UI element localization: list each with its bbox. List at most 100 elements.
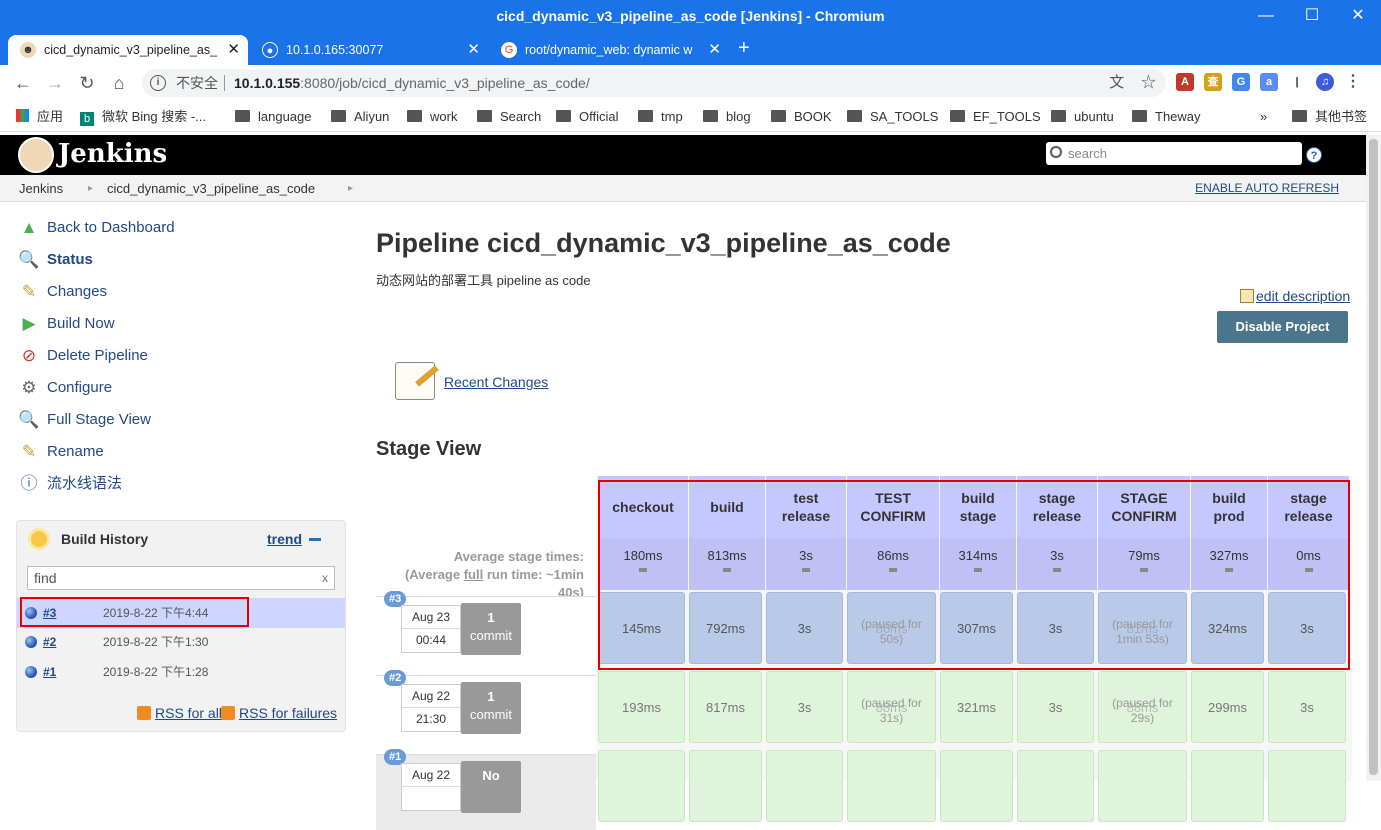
breadcrumb-jenkins[interactable]: Jenkins xyxy=(19,175,63,202)
bookmark-folder-tmp[interactable]: tmp xyxy=(638,101,683,132)
info-icon[interactable]: i xyxy=(150,75,166,91)
build-date-link[interactable]: 2019-8-22 下午1:28 xyxy=(103,657,208,687)
bookmark-folder-work[interactable]: work xyxy=(407,101,457,132)
clear-filter-icon[interactable]: x xyxy=(322,567,328,589)
build-date-link[interactable]: 2019-8-22 下午1:30 xyxy=(103,627,208,657)
minimize-icon[interactable]: — xyxy=(1243,0,1289,32)
page-scrollbar[interactable] xyxy=(1366,135,1381,781)
folder-icon xyxy=(1132,110,1147,122)
reload-icon[interactable]: ↻ xyxy=(75,71,99,95)
bookmark-folder-aliyun[interactable]: Aliyun xyxy=(331,101,389,132)
recent-changes-link[interactable]: Recent Changes xyxy=(444,374,548,390)
translate-extension-icon[interactable]: G xyxy=(1232,73,1250,91)
commit-count-badge[interactable]: 1 commit xyxy=(461,603,521,655)
dictionary-extension-icon[interactable]: 查 xyxy=(1204,73,1222,91)
stage-cell[interactable] xyxy=(1017,750,1094,822)
stage-cell[interactable]: 193ms xyxy=(598,671,685,743)
pdf-extension-icon[interactable]: A xyxy=(1176,73,1194,91)
translate-icon[interactable]: 文 xyxy=(1109,74,1124,91)
stage-cell[interactable]: 3s xyxy=(766,671,843,743)
build-row[interactable]: #1 2019-8-22 下午1:28 xyxy=(17,657,345,687)
stage-cell[interactable]: 3s xyxy=(1017,671,1094,743)
forward-arrow-icon[interactable]: → xyxy=(43,71,67,95)
stage-cell[interactable]: 88ms (paused for 29s) xyxy=(1098,671,1187,743)
tab-gitlab[interactable]: G root/dynamic_web: dynamic w ✕ xyxy=(489,35,729,65)
weather-sunny-icon xyxy=(31,531,47,547)
stage-cell[interactable]: 3s xyxy=(1268,671,1346,743)
disable-project-button[interactable]: Disable Project xyxy=(1217,311,1348,343)
stage-cell[interactable] xyxy=(1268,750,1346,822)
stage-cell[interactable] xyxy=(847,750,936,822)
bookmark-folder-book[interactable]: BOOK xyxy=(771,101,832,132)
stage-cell[interactable] xyxy=(766,750,843,822)
ime-extension-icon[interactable]: a xyxy=(1260,73,1278,91)
new-tab-button[interactable]: + xyxy=(738,32,750,65)
tab-nodeport[interactable]: ● 10.1.0.165:30077 ✕ xyxy=(250,35,488,65)
magnifier-icon: 🔍 xyxy=(18,410,40,429)
url-text[interactable]: 10.1.0.155:8080/job/cicd_dynamic_v3_pipe… xyxy=(234,69,590,97)
tab-label: root/dynamic_web: dynamic w xyxy=(525,43,693,57)
search-icon xyxy=(1050,146,1062,158)
build-filter-input[interactable]: find x xyxy=(27,566,335,590)
bookmark-folder-blog[interactable]: blog xyxy=(703,101,751,132)
full-run-link[interactable]: full xyxy=(464,567,484,582)
trend-link[interactable]: trend xyxy=(267,521,302,557)
build-row[interactable]: #2 2019-8-22 下午1:30 xyxy=(17,627,345,657)
bookmark-folder-theway[interactable]: Theway xyxy=(1132,101,1201,132)
stage-duration: 3s xyxy=(797,700,812,715)
breadcrumb-arrow-icon[interactable]: ▸ xyxy=(88,175,93,202)
build-status-ball-icon xyxy=(25,666,37,678)
stage-cell[interactable] xyxy=(689,750,762,822)
music-extension-icon[interactable]: ♫ xyxy=(1316,73,1334,91)
bookmark-folder-other[interactable]: 其他书签 xyxy=(1292,101,1367,132)
menu-icon[interactable]: ⋮ xyxy=(1344,73,1362,91)
build-number-link[interactable]: #2 xyxy=(43,627,56,657)
back-arrow-icon[interactable]: ← xyxy=(11,71,35,95)
rss-failures-link[interactable]: RSS for failures xyxy=(221,705,337,721)
tab-close-icon[interactable]: ✕ xyxy=(227,35,240,65)
address-bar[interactable]: i 不安全 10.1.0.155:8080/job/cicd_dynamic_v… xyxy=(142,69,1166,97)
stage-cell[interactable]: 299ms xyxy=(1191,671,1264,743)
enable-auto-refresh-link[interactable]: ENABLE AUTO REFRESH xyxy=(1195,175,1339,202)
help-icon[interactable]: ? xyxy=(1306,147,1322,163)
scrollbar-thumb[interactable] xyxy=(1369,139,1378,775)
bookmark-star-icon[interactable]: ☆ xyxy=(1141,74,1156,91)
bookmark-folder-official[interactable]: Official xyxy=(556,101,619,132)
bookmark-bing[interactable]: b 微软 Bing 搜索 -... xyxy=(80,101,206,132)
home-icon[interactable]: ⌂ xyxy=(107,71,131,95)
bookmark-folder-ef-tools[interactable]: EF_TOOLS xyxy=(950,101,1041,132)
close-icon[interactable]: ✕ xyxy=(1335,0,1381,32)
maximize-icon[interactable]: ☐ xyxy=(1289,0,1335,32)
sidebar-item-label: Configure xyxy=(47,379,113,396)
collapse-icon[interactable] xyxy=(309,538,321,541)
build-date-time: 21:30 xyxy=(415,712,447,726)
edit-description-link[interactable]: edit description xyxy=(1240,288,1350,304)
jenkins-title[interactable]: Jenkins xyxy=(58,139,167,169)
stage-cell[interactable] xyxy=(940,750,1013,822)
stage-cell[interactable] xyxy=(1191,750,1264,822)
tab-jenkins[interactable]: ☻ cicd_dynamic_v3_pipeline_as_ ✕ xyxy=(8,35,248,65)
stage-cell[interactable] xyxy=(1098,750,1187,822)
commit-count-badge[interactable]: 1 commit xyxy=(461,682,521,734)
bookmark-folder-ubuntu[interactable]: ubuntu xyxy=(1051,101,1114,132)
tab-close-icon[interactable]: ✕ xyxy=(708,35,721,65)
stage-cell[interactable] xyxy=(598,750,685,822)
breadcrumb-job[interactable]: cicd_dynamic_v3_pipeline_as_code xyxy=(107,175,315,202)
stage-cell[interactable]: 817ms xyxy=(689,671,762,743)
search-input[interactable]: search xyxy=(1046,142,1302,165)
stage-cell[interactable]: 321ms xyxy=(940,671,1013,743)
bookmark-folder-search[interactable]: Search xyxy=(477,101,541,132)
bookmark-apps[interactable]: 应用 xyxy=(16,101,63,132)
bookmarks-overflow-button[interactable]: » xyxy=(1260,101,1267,132)
stage-cell[interactable]: 88ms (paused for 31s) xyxy=(847,671,936,743)
bookmark-label: 其他书签 xyxy=(1315,109,1368,124)
bookmarks-bar: 应用 b 微软 Bing 搜索 -... language Aliyun work… xyxy=(0,101,1381,132)
jenkins-logo-icon[interactable] xyxy=(18,137,54,173)
tab-close-icon[interactable]: ✕ xyxy=(467,35,480,65)
bookmark-folder-sa-tools[interactable]: SA_TOOLS xyxy=(847,101,938,132)
rss-all-link[interactable]: RSS for all xyxy=(137,705,222,721)
build-number-link[interactable]: #1 xyxy=(43,657,56,687)
breadcrumb-arrow-icon[interactable]: ▸ xyxy=(348,175,353,202)
commit-count-badge[interactable]: No xyxy=(461,761,521,813)
bookmark-folder-language[interactable]: language xyxy=(235,101,312,132)
